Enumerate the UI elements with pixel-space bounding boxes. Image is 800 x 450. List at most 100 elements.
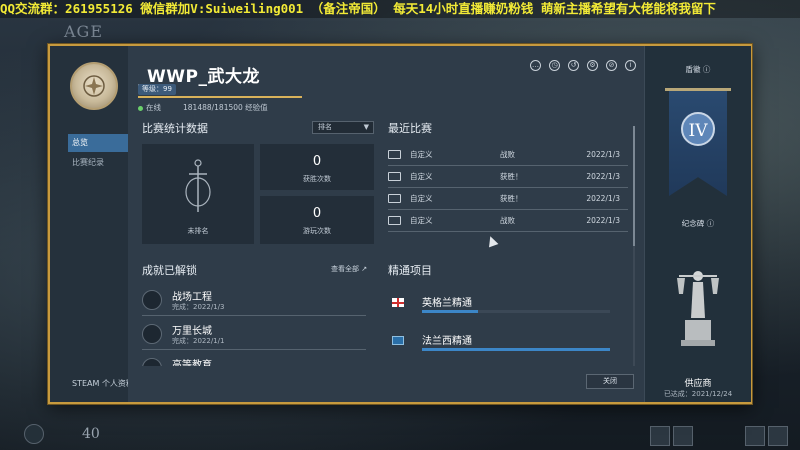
game-menu-button[interactable] (24, 424, 44, 444)
info-icon[interactable]: i (625, 60, 636, 71)
match-row[interactable]: 自定义 战败 2022/1/3 (388, 144, 628, 166)
match-mode: 自定义 (410, 150, 433, 159)
wins-label: 获胜次数 (303, 175, 331, 183)
match-mode: 自定义 (410, 172, 433, 181)
achievement-name: 高等教育 (172, 360, 212, 366)
main-scrollbar[interactable] (633, 126, 635, 366)
chevron-down-icon: ▼ (363, 123, 369, 131)
game-tool-button[interactable] (768, 426, 788, 446)
xp-text: 181488/181500 经验值 (183, 103, 268, 112)
xp-progress-bar (138, 96, 302, 98)
profile-main: _WWP_武大龙 等级：99 在线 181488/181500 经验值 … ◷ ↺… (128, 46, 644, 402)
achievement-date: 完成：2022/1/1 (172, 337, 225, 345)
played-label: 游玩次数 (303, 227, 331, 235)
status-line: 在线 181488/181500 经验值 (138, 102, 268, 113)
replay-icon (388, 216, 401, 225)
match-mode: 自定义 (410, 216, 433, 225)
mastery-progress-bar (422, 310, 610, 313)
mastery-title: 精通项目 (388, 264, 432, 277)
profile-nav: 总览 比赛纪录 STEAM 个人资料 ↗ (50, 46, 143, 402)
mastery-item[interactable]: 法兰西精通 (388, 326, 624, 356)
banner-title[interactable]: 盾徽 ⓘ (645, 64, 751, 75)
played-card: 0 游玩次数 (260, 196, 374, 244)
mastery-name: 法兰西精通 (422, 336, 472, 347)
game-tool-button[interactable] (673, 426, 693, 446)
mastery-progress-fill (422, 310, 479, 313)
rank-label: 未排名 (187, 227, 209, 235)
recent-matches-list: 自定义 战败 2022/1/3 自定义 获胜！ 2022/1/3 自定义 获胜！… (388, 144, 628, 232)
player-profile-dialog: 总览 比赛纪录 STEAM 个人资料 ↗ _WWP_武大龙 等级：99 在线 18… (48, 44, 752, 404)
mastery-progress-fill (422, 348, 610, 351)
achievement-item[interactable]: 高等教育 (142, 352, 366, 366)
game-level-indicator: 40 (82, 426, 100, 442)
match-mode: 自定义 (410, 194, 433, 203)
tier-medal: IV (681, 112, 715, 146)
rank-banner: IV (665, 88, 731, 198)
crest-icon (83, 75, 105, 97)
profile-side-panel: 盾徽 ⓘ IV 纪念碑 ⓘ 供应商 已达成：2021/12/24 (644, 46, 751, 402)
scrollbar-thumb[interactable] (633, 126, 635, 246)
view-all-link[interactable]: 查看全部 ↗ (331, 264, 367, 274)
achievements-title: 成就已解锁 (142, 264, 197, 277)
replay-icon (388, 172, 401, 181)
match-result: 获胜！ (500, 172, 523, 181)
game-logo: AGE (64, 22, 104, 41)
france-flag-icon (392, 336, 404, 345)
online-status-icon (138, 105, 143, 111)
game-tool-button[interactable] (650, 426, 670, 446)
message-icon[interactable]: … (530, 60, 541, 71)
match-result: 战败 (500, 216, 515, 225)
xp-progress-fill (138, 96, 302, 98)
sort-dropdown[interactable]: 排名 ▼ (312, 121, 374, 134)
stream-banner: QQ交流群：261955126 微信群加V:Suiweiling001 （备注帝… (0, 0, 800, 18)
replay-icon (388, 150, 401, 159)
tab-match-history[interactable]: 比赛纪录 (68, 154, 128, 172)
clock-icon[interactable]: ◷ (549, 60, 560, 71)
monument-name: 供应商 (684, 379, 712, 389)
profile-actions: … ◷ ↺ ⚙ ⊘ i (530, 60, 636, 71)
block-icon[interactable]: ⊘ (606, 60, 617, 71)
replay-icon (388, 194, 401, 203)
wins-value: 0 (312, 154, 322, 169)
player-avatar (70, 62, 118, 110)
monument-date: 已达成：2021/12/24 (663, 390, 733, 398)
wins-card: 0 获胜次数 (260, 144, 374, 190)
match-result: 战败 (500, 150, 515, 159)
england-flag-icon (392, 298, 404, 307)
match-date: 2022/1/3 (586, 172, 620, 181)
settings-icon[interactable]: ⚙ (587, 60, 598, 71)
match-row[interactable]: 自定义 战败 2022/1/3 (388, 210, 628, 232)
monument-statue-icon (677, 271, 719, 346)
stats-title: 比赛统计数据 (142, 122, 208, 135)
achievement-name: 战场工程 (172, 292, 212, 303)
monument-title[interactable]: 纪念碑 ⓘ (645, 218, 751, 229)
match-row[interactable]: 自定义 获胜！ 2022/1/3 (388, 166, 628, 188)
match-row[interactable]: 自定义 获胜！ 2022/1/3 (388, 188, 628, 210)
match-date: 2022/1/3 (586, 194, 620, 203)
achievement-date: 完成：2022/1/3 (172, 303, 225, 311)
divider (142, 349, 366, 350)
mastery-progress-bar (422, 348, 610, 351)
played-value: 0 (312, 206, 322, 221)
match-result: 获胜！ (500, 194, 523, 203)
match-date: 2022/1/3 (586, 150, 620, 159)
sword-icon (185, 159, 211, 212)
achievement-icon (142, 290, 162, 310)
achievement-icon (142, 358, 162, 366)
match-date: 2022/1/3 (586, 216, 620, 225)
game-tool-button[interactable] (745, 426, 765, 446)
mastery-name: 英格兰精通 (422, 298, 472, 309)
close-button[interactable]: 关闭 (586, 374, 634, 389)
level-badge: 等级：99 (138, 84, 176, 95)
banner-rod (665, 88, 731, 91)
achievement-item[interactable]: 万里长城 完成：2022/1/1 (142, 318, 366, 350)
achievement-item[interactable]: 战场工程 完成：2022/1/3 (142, 284, 366, 316)
achievement-icon (142, 324, 162, 344)
history-icon[interactable]: ↺ (568, 60, 579, 71)
tab-overview[interactable]: 总览 (68, 134, 128, 152)
mastery-item[interactable]: 英格兰精通 (388, 288, 624, 318)
divider (142, 315, 366, 316)
online-status: 在线 (146, 103, 161, 112)
sort-dropdown-value: 排名 (318, 123, 332, 131)
achievement-name: 万里长城 (172, 326, 212, 337)
